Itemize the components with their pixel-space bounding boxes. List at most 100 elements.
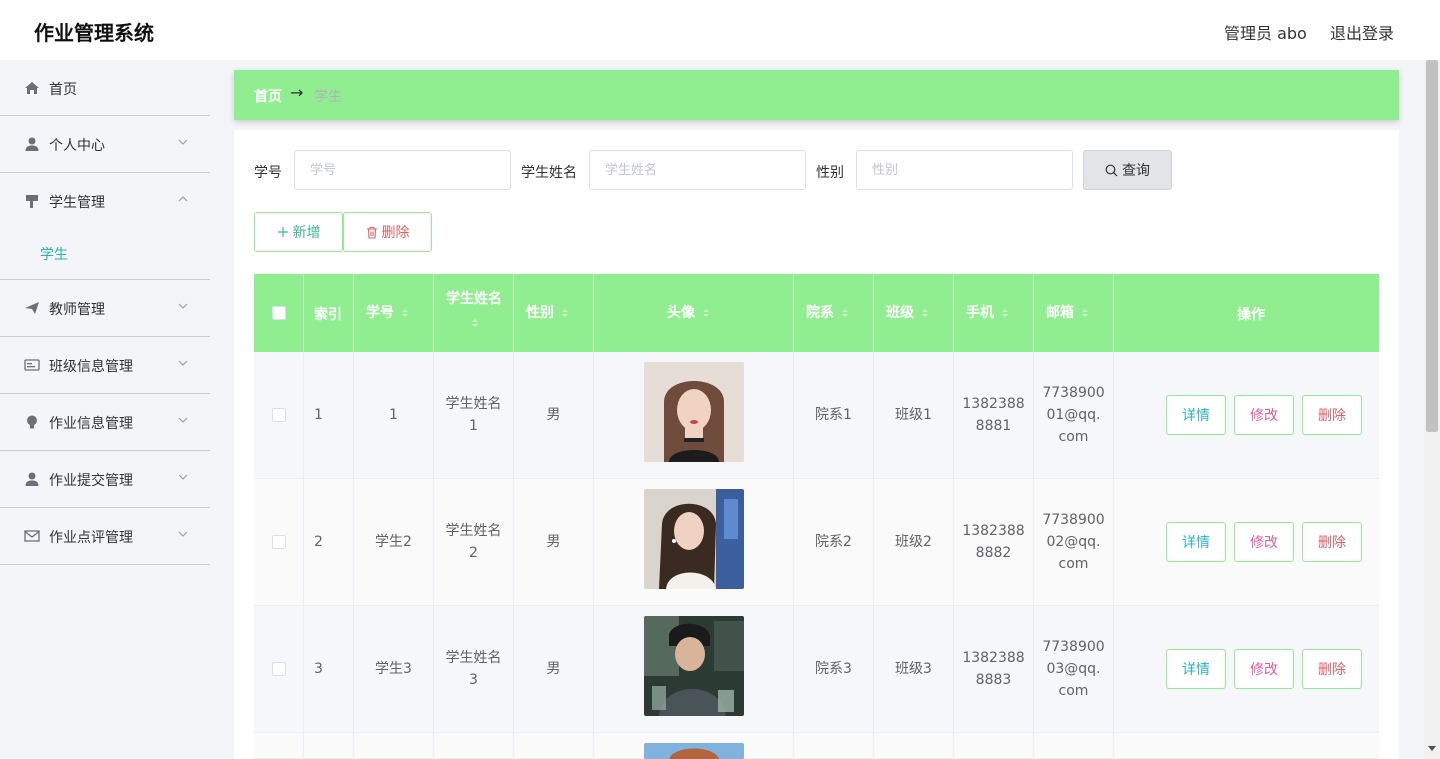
- edit-button[interactable]: 修改: [1234, 395, 1294, 435]
- th-gender[interactable]: 性别: [514, 274, 594, 352]
- th-index-label: 索引: [314, 307, 342, 323]
- logout-link[interactable]: 退出登录: [1330, 20, 1394, 44]
- sidebar-item-profile[interactable]: 个人中心: [0, 116, 210, 173]
- cell-index: 1: [314, 407, 323, 423]
- th-dept[interactable]: 院系: [794, 274, 874, 352]
- avatar: [644, 362, 744, 462]
- sidebar-item-homework-info[interactable]: 作业信息管理: [0, 394, 210, 451]
- th-email[interactable]: 邮箱: [1034, 274, 1114, 352]
- search-label-name: 学生姓名: [521, 165, 577, 181]
- scrollbar-thumb[interactable]: [1426, 60, 1438, 432]
- table-row: 1 1 学生姓名 1 男 院系1 班级1 1382388 8881 773890…: [254, 352, 1379, 479]
- td-select: [254, 606, 304, 733]
- th-ops-label: 操作: [1237, 307, 1265, 323]
- td-avatar: [594, 479, 794, 606]
- sidebar-item-homework-review[interactable]: 作业点评管理: [0, 508, 210, 565]
- delete-button[interactable]: 删除: [1302, 395, 1362, 435]
- cell-phone-2: 8881: [975, 418, 1012, 434]
- content-panel: 学号 学生姓名 性别 查询 新增 删除 索引: [234, 130, 1399, 759]
- sort-icon: [922, 309, 928, 317]
- th-dept-label: 院系: [806, 305, 834, 321]
- sidebar-subitem-student[interactable]: 学生: [0, 230, 210, 280]
- sort-icon: [1082, 309, 1088, 317]
- delete-button[interactable]: 删除: [1302, 522, 1362, 562]
- sidebar-item-homework-submit[interactable]: 作业提交管理: [0, 451, 210, 508]
- sidebar-item-label: 作业点评管理: [49, 530, 133, 546]
- cell-email-2: 03@qq.: [1046, 661, 1101, 677]
- td-id: 学生3: [354, 606, 434, 733]
- chevron-up-icon: [178, 196, 188, 202]
- search-input-gender[interactable]: [856, 150, 1073, 190]
- td-id: 学生2: [354, 479, 434, 606]
- search-input-id[interactable]: [294, 150, 511, 190]
- detail-button[interactable]: 详情: [1166, 395, 1226, 435]
- sidebar-item-class-management[interactable]: 班级信息管理: [0, 337, 210, 394]
- th-class[interactable]: 班级: [874, 274, 954, 352]
- cell-phone-2: 8883: [975, 672, 1012, 688]
- th-index: 索引: [304, 274, 354, 352]
- td-ops: 详情 修改 删除: [1114, 606, 1379, 733]
- th-avatar[interactable]: 头像: [594, 274, 794, 352]
- plus-icon: [277, 227, 288, 237]
- th-id[interactable]: 学号: [354, 274, 434, 352]
- avatar-photo: [644, 616, 744, 716]
- send-icon: [25, 302, 39, 314]
- sidebar-item-label: 教师管理: [49, 302, 105, 318]
- td-email: [1034, 733, 1114, 759]
- td-gender: 男: [514, 606, 594, 733]
- sidebar-subitem-label: 学生: [40, 247, 68, 263]
- top-bar: 作业管理系统 管理员 abo 退出登录: [0, 0, 1440, 60]
- app-title: 作业管理系统: [34, 21, 154, 45]
- edit-button[interactable]: 修改: [1234, 522, 1294, 562]
- scroll-down-icon[interactable]: [1428, 746, 1436, 751]
- td-dept: [794, 733, 874, 759]
- th-email-label: 邮箱: [1046, 305, 1074, 321]
- row-checkbox[interactable]: [272, 408, 286, 422]
- sidebar-item-teacher-management[interactable]: 教师管理: [0, 280, 210, 337]
- select-all-checkbox[interactable]: [272, 306, 286, 320]
- sidebar-item-label: 个人中心: [49, 138, 105, 154]
- th-name[interactable]: 学生姓名: [434, 274, 514, 352]
- td-email: 7738900 01@qq. com: [1034, 352, 1114, 479]
- batch-delete-label: 删除: [381, 225, 410, 241]
- td-phone: 1382388 8882: [954, 479, 1034, 606]
- sidebar-item-student-management[interactable]: 学生管理: [0, 173, 210, 230]
- delete-button[interactable]: 删除: [1302, 649, 1362, 689]
- sidebar-item-home[interactable]: 首页: [0, 60, 210, 116]
- td-email: 7738900 03@qq. com: [1034, 606, 1114, 733]
- query-button-label: 查询: [1122, 163, 1150, 179]
- td-class: 班级1: [874, 352, 954, 479]
- row-checkbox[interactable]: [272, 662, 286, 676]
- search-input-name[interactable]: [589, 150, 806, 190]
- cell-dept: 院系2: [815, 534, 852, 550]
- edit-button[interactable]: 修改: [1234, 649, 1294, 689]
- breadcrumb-current: 学生: [314, 89, 342, 105]
- add-button[interactable]: 新增: [254, 212, 343, 252]
- sidebar-item-label: 首页: [49, 82, 77, 98]
- query-button[interactable]: 查询: [1083, 150, 1172, 190]
- sort-icon: [562, 309, 568, 317]
- batch-delete-button[interactable]: 删除: [343, 212, 432, 252]
- td-name: 学生姓名 3: [434, 606, 514, 733]
- avatar: [644, 489, 744, 589]
- current-user[interactable]: 管理员 abo: [1224, 20, 1307, 44]
- cell-id: 学生2: [375, 534, 412, 550]
- th-gender-label: 性别: [526, 305, 554, 321]
- td-name: 学生姓名 1: [434, 352, 514, 479]
- cell-email: 7738900: [1042, 385, 1105, 401]
- table-row: 2 学生2 学生姓名 2 男 院系2 班级2 1382388 8882 7738…: [254, 479, 1379, 606]
- cell-class: 班级1: [895, 407, 932, 423]
- row-checkbox[interactable]: [272, 535, 286, 549]
- breadcrumb-home[interactable]: 首页: [254, 86, 282, 106]
- sidebar-item-label: 作业信息管理: [49, 416, 133, 432]
- cell-name: 学生姓名: [445, 523, 502, 539]
- detail-button[interactable]: 详情: [1166, 649, 1226, 689]
- search-label-id: 学号: [254, 165, 282, 181]
- th-ops: 操作: [1114, 274, 1379, 352]
- th-phone[interactable]: 手机: [954, 274, 1034, 352]
- detail-button[interactable]: 详情: [1166, 522, 1226, 562]
- cell-id: 1: [389, 407, 398, 423]
- cell-gender: 男: [546, 534, 561, 550]
- page-scrollbar[interactable]: [1424, 60, 1440, 759]
- avatar-photo: [644, 362, 744, 462]
